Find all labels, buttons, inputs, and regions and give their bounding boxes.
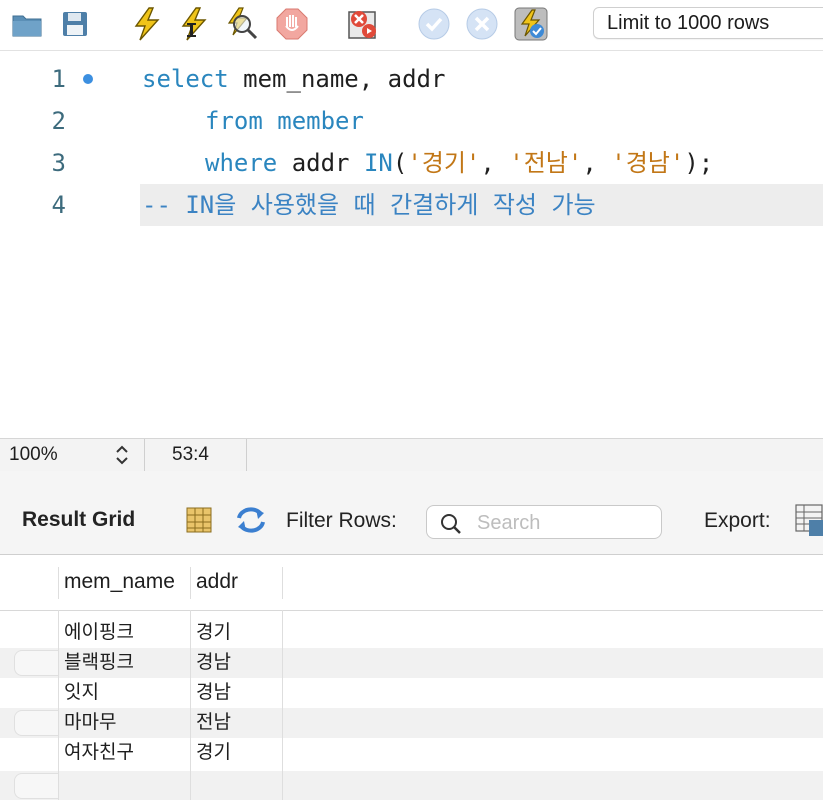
row-selector[interactable] (14, 773, 58, 799)
execute-current-icon (181, 7, 207, 41)
zoom-stepper[interactable] (113, 443, 131, 467)
statement-marker-dot[interactable] (83, 74, 93, 84)
editor-status-bar: 100% 53:4 (0, 438, 823, 472)
form-editor-button[interactable] (185, 506, 213, 539)
empty-new-row[interactable] (0, 771, 823, 800)
sql-editor[interactable]: 1 2 3 4 select mem_name, addr from membe… (0, 58, 823, 438)
execute-current-button[interactable] (177, 7, 211, 41)
refresh-icon (237, 507, 265, 533)
code-token: member (277, 107, 364, 135)
table-row[interactable]: 여자친구 경기 (0, 738, 823, 768)
table-row[interactable]: 블랙핑크 경남 (0, 648, 823, 678)
code-line-4: -- IN을 사용했을 때 간결하게 작성 가능 (142, 184, 596, 226)
cell-mem-name[interactable]: 잇지 (64, 678, 99, 708)
refresh-button[interactable] (234, 504, 268, 541)
code-line-2: from member (205, 100, 364, 142)
open-folder-icon (12, 15, 42, 37)
autocommit-button[interactable] (514, 7, 548, 41)
rollback-button[interactable] (465, 7, 499, 41)
line-number: 4 (51, 191, 66, 219)
result-grid[interactable]: mem_name addr 에이핑크 경기 블랙핑크 경남 잇지 경남 마마무 … (0, 555, 823, 800)
open-file-button[interactable] (10, 7, 44, 41)
code-token: mem_name, addr (228, 65, 446, 93)
search-input[interactable] (475, 510, 655, 536)
code-comment: -- IN을 사용했을 때 간결하게 작성 가능 (142, 191, 596, 219)
execute-button[interactable] (130, 7, 164, 41)
cell-mem-name[interactable]: 에이핑크 (64, 618, 134, 648)
column-header-mem-name[interactable]: mem_name (64, 567, 175, 597)
export-button[interactable] (795, 504, 823, 543)
commit-icon (418, 8, 450, 40)
export-grid-icon (795, 504, 823, 536)
explain-button[interactable] (225, 7, 259, 41)
status-divider (246, 439, 247, 471)
zoom-level: 100% (9, 444, 58, 465)
stop-button[interactable] (275, 7, 309, 41)
result-grid-toolbar: Result Grid Filter Rows: Export: (0, 471, 823, 555)
rollback-icon (466, 8, 498, 40)
code-token: '전남' (509, 149, 583, 177)
execute-icon (134, 7, 160, 41)
chevron-up-down-icon (116, 445, 128, 465)
grid-header: mem_name addr (0, 555, 823, 611)
cell-mem-name[interactable]: 마마무 (64, 708, 116, 738)
code-token: ); (684, 149, 714, 177)
save-button[interactable] (58, 7, 92, 41)
column-header-addr[interactable]: addr (196, 567, 238, 597)
code-token: , (480, 149, 510, 177)
cell-mem-name[interactable]: 블랙핑크 (64, 648, 134, 678)
line-number: 1 (51, 65, 66, 93)
code-token: where (205, 149, 278, 177)
code-line-3: where addr IN('경기', '전남', '경남'); (205, 142, 713, 184)
save-icon (63, 12, 87, 36)
row-selector[interactable] (14, 710, 58, 736)
column-divider (58, 610, 59, 800)
table-row[interactable]: 잇지 경남 (0, 678, 823, 708)
code-token: IN (363, 149, 393, 177)
column-divider (282, 610, 283, 800)
cell-mem-name[interactable]: 여자친구 (64, 738, 134, 768)
column-divider (58, 567, 59, 599)
column-divider[interactable] (282, 567, 283, 599)
export-label: Export: (704, 509, 771, 532)
cell-addr[interactable]: 경기 (196, 618, 231, 648)
status-divider (144, 439, 145, 471)
cell-addr[interactable]: 경남 (196, 678, 231, 708)
line-number: 2 (51, 107, 66, 135)
stop-icon (276, 8, 308, 40)
row-selector[interactable] (14, 650, 58, 676)
code-token: , (582, 149, 612, 177)
cursor-position: 53:4 (172, 444, 209, 465)
code-token: '경기' (407, 149, 481, 177)
cell-addr[interactable]: 경남 (196, 648, 231, 678)
code-token: select (142, 65, 229, 93)
grid-columns-icon (186, 507, 212, 533)
toggle-error-icon (348, 11, 376, 39)
search-icon (441, 514, 461, 534)
cell-addr[interactable]: 전남 (196, 708, 231, 738)
code-token: ( (392, 149, 408, 177)
limit-rows-select[interactable]: Limit to 1000 rows (593, 7, 823, 39)
explain-icon (227, 7, 258, 40)
code-token: '경남' (611, 149, 685, 177)
code-line-1: select mem_name, addr (142, 58, 445, 100)
filter-rows-label: Filter Rows: (286, 509, 397, 532)
toggle-error-button[interactable] (346, 7, 380, 41)
result-grid-title: Result Grid (22, 508, 136, 531)
column-divider[interactable] (190, 567, 191, 599)
cell-addr[interactable]: 경기 (196, 738, 231, 768)
commit-button[interactable] (417, 7, 451, 41)
filter-rows-search[interactable] (426, 505, 662, 539)
line-number: 3 (51, 149, 66, 177)
code-token: from (205, 107, 263, 135)
column-divider (190, 610, 191, 800)
sql-editor-toolbar: Limit to 1000 rows (0, 0, 823, 51)
autocommit-icon (514, 7, 548, 41)
table-row[interactable]: 에이핑크 경기 (0, 618, 823, 648)
table-row[interactable]: 마마무 전남 (0, 708, 823, 738)
code-token: addr (277, 149, 364, 177)
